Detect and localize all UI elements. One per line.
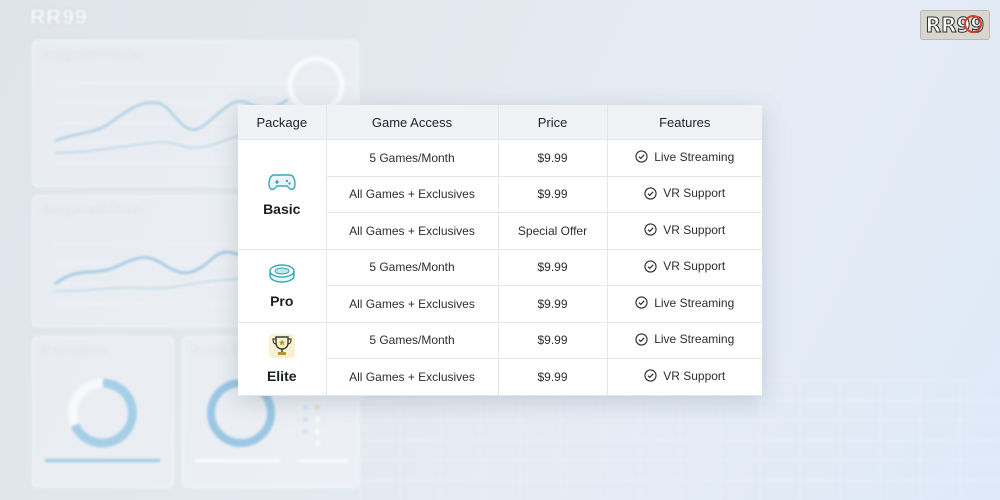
header-price: Price [498, 105, 608, 140]
bg-legend-dot [315, 441, 320, 446]
feature-label: VR Support [663, 186, 726, 200]
stadium-icon [268, 262, 296, 287]
pricing-table: Package Game Access Price Features Basic… [238, 105, 762, 396]
game-access-cell: All Games + Exclusives [326, 175, 499, 213]
feature-cell: VR Support [606, 358, 762, 396]
feature-cell: Live Streaming [606, 139, 762, 177]
package-cell-basic: Basic [238, 139, 327, 250]
feature-cell: Live Streaming [606, 285, 762, 323]
bg-legend-dot [315, 405, 320, 410]
package-cell-pro: Pro [238, 248, 327, 323]
pricing-table-card: Package Game Access Price Features Basic… [238, 105, 762, 396]
bg-legend-dot [303, 417, 308, 422]
price-cell: $9.99 [497, 321, 608, 359]
table-header-row: Package Game Access Price Features [238, 105, 762, 140]
header-game-access: Game Access [326, 105, 499, 140]
game-access-cell: 5 Games/Month [325, 139, 499, 177]
package-name: Basic [263, 200, 301, 217]
game-access-cell: 5 Games/Month [325, 248, 499, 286]
bg-legend-dot [315, 417, 320, 422]
game-access-cell: 5 Games/Month [325, 321, 499, 359]
brand-logo: RR99 [920, 10, 990, 40]
feature-cell: VR Support [606, 248, 762, 286]
price-cell: Special Offer [497, 212, 608, 250]
bg-legend-dot [303, 429, 308, 434]
bg-legend-dot [315, 429, 320, 434]
game-access-cell: All Games + Exclusives [326, 212, 499, 250]
bg-grid [360, 380, 1000, 500]
game-access-cell: All Games + Exclusives [326, 358, 499, 396]
feature-label: Live Streaming [654, 295, 735, 310]
logo-ring-icon [964, 15, 982, 33]
feature-label: VR Support [663, 368, 726, 383]
check-circle-icon [635, 332, 648, 346]
check-circle-icon [635, 296, 648, 309]
feature-label: Live Streaming [654, 332, 735, 346]
bg-donut-1 [45, 378, 160, 462]
feature-cell: VR Support [606, 212, 762, 250]
price-cell: $9.99 [497, 248, 608, 286]
check-circle-icon [644, 369, 657, 382]
feature-cell: Live Streaming [606, 321, 762, 359]
price-cell: $9.99 [497, 285, 608, 323]
package-name: Pro [270, 293, 294, 309]
bg-panel-season-stats: Season Stats [32, 336, 174, 488]
header-package: Package [238, 105, 327, 140]
gamepad-icon [268, 172, 296, 195]
price-cell: $9.99 [497, 139, 608, 177]
feature-cell: VR Support [606, 175, 762, 213]
feature-label: Live Streaming [654, 149, 735, 164]
price-cell: $9.99 [497, 175, 608, 213]
trophy-icon [268, 333, 296, 362]
check-circle-icon [644, 186, 657, 200]
bg-legend-dot [303, 405, 308, 410]
check-circle-icon [644, 223, 657, 236]
package-cell-elite: Elite [238, 321, 327, 396]
background-brand: RR99 [30, 6, 88, 29]
table-row: Pro 5 Games/Month $9.99 VR Support [238, 248, 762, 323]
table-row: Elite 5 Games/Month $9.99 Live Streaming [238, 321, 762, 396]
table-row: Basic 5 Games/Month $9.99 Live Streaming [238, 139, 762, 250]
feature-label: VR Support [663, 259, 726, 273]
package-name: Elite [266, 368, 297, 384]
header-features: Features [607, 105, 762, 140]
feature-label: VR Support [663, 222, 726, 237]
check-circle-icon [644, 259, 657, 273]
check-circle-icon [635, 150, 648, 163]
price-cell: $9.99 [497, 358, 608, 396]
game-access-cell: All Games + Exclusives [326, 285, 499, 323]
